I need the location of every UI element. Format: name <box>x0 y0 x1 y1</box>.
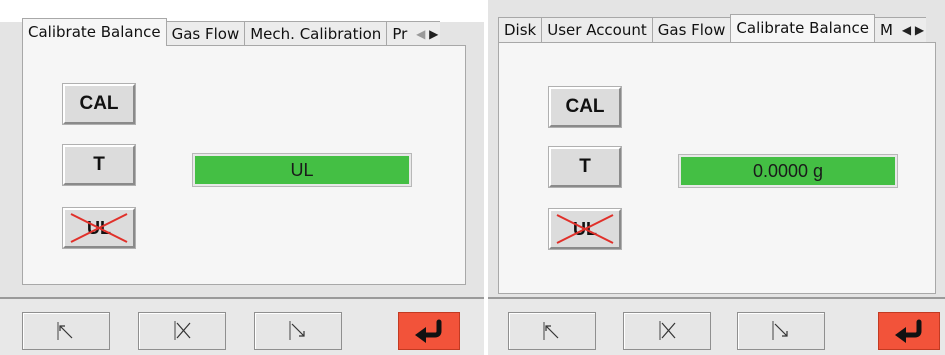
return-arrow-icon <box>415 319 442 343</box>
tab-pr[interactable]: Pr <box>386 21 414 46</box>
move-up-left-button[interactable] <box>508 312 596 350</box>
cal-button[interactable]: CAL <box>63 84 135 124</box>
red-x-cross-icon <box>70 213 128 243</box>
left-screen: Calibrate Balance Gas Flow Mech. Calibra… <box>0 0 484 355</box>
return-arrow-icon <box>895 319 922 343</box>
tab-calibrate-balance[interactable]: Calibrate Balance <box>22 18 167 46</box>
unload-button[interactable]: UL <box>549 209 621 249</box>
move-down-right-button[interactable] <box>254 312 342 350</box>
triangle-left-icon[interactable]: ◀ <box>900 21 913 39</box>
arrows-converge-icon <box>659 321 676 340</box>
triangle-right-icon[interactable]: ▶ <box>427 25 440 43</box>
arrow-up-left-icon <box>543 322 559 340</box>
bottom-toolbar <box>488 297 945 355</box>
move-center-button[interactable] <box>623 312 711 350</box>
back-button[interactable] <box>878 312 940 350</box>
tab-mech-calibration[interactable]: Mech. Calibration <box>244 21 388 46</box>
move-down-right-button[interactable] <box>737 312 825 350</box>
tab-disk[interactable]: Disk <box>498 17 543 42</box>
triangle-right-icon[interactable]: ▶ <box>913 21 926 39</box>
tare-button[interactable]: T <box>549 147 621 187</box>
unload-button[interactable]: UL <box>63 208 135 248</box>
tab-m[interactable]: M <box>874 17 899 42</box>
calibrate-panel: CAL T UL UL <box>22 45 466 285</box>
tab-gas-flow[interactable]: Gas Flow <box>165 21 246 46</box>
tare-button[interactable]: T <box>63 145 135 185</box>
balance-readout: 0.0000 g <box>678 154 898 188</box>
tab-calibrate-balance[interactable]: Calibrate Balance <box>730 14 875 42</box>
tab-scroll-controls: ◀ ▶ <box>897 17 926 42</box>
move-up-left-button[interactable] <box>22 312 110 350</box>
balance-readout: UL <box>192 153 412 187</box>
cal-button[interactable]: CAL <box>549 87 621 127</box>
back-button[interactable] <box>398 312 460 350</box>
tab-bar: Disk User Account Gas Flow Calibrate Bal… <box>498 14 926 42</box>
tab-user-account[interactable]: User Account <box>541 17 653 42</box>
tab-bar: Calibrate Balance Gas Flow Mech. Calibra… <box>22 18 441 46</box>
tab-scroll-controls: ◀ ▶ <box>412 21 441 46</box>
arrows-converge-icon <box>174 321 191 340</box>
bottom-toolbar <box>0 297 484 355</box>
arrow-down-right-icon <box>289 321 305 340</box>
red-x-cross-icon <box>556 214 614 244</box>
move-center-button[interactable] <box>138 312 226 350</box>
right-screen: Disk User Account Gas Flow Calibrate Bal… <box>488 0 945 355</box>
tab-gas-flow[interactable]: Gas Flow <box>651 17 732 42</box>
calibrate-panel: CAL T UL 0.0000 g <box>498 42 936 294</box>
triangle-left-icon[interactable]: ◀ <box>414 25 427 43</box>
arrow-down-right-icon <box>772 321 788 340</box>
arrow-up-left-icon <box>57 322 73 340</box>
